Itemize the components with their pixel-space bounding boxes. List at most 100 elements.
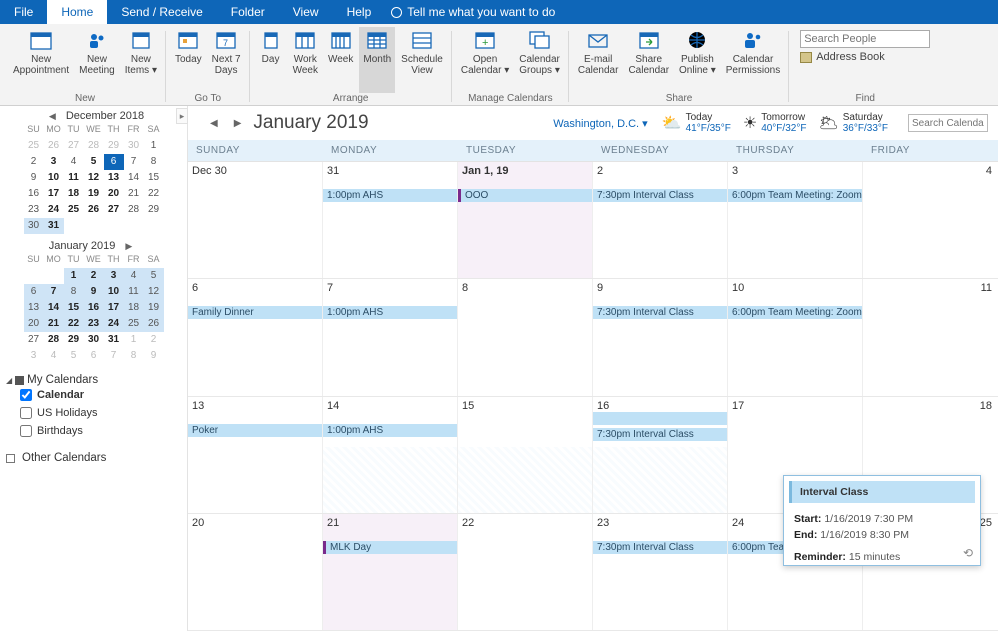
mini-day[interactable]: 2 bbox=[84, 268, 104, 284]
mini-day[interactable]: 10 bbox=[44, 170, 64, 186]
publish-online-button[interactable]: PublishOnline ▾ bbox=[675, 27, 720, 93]
mini-day[interactable]: 29 bbox=[144, 202, 164, 218]
mini-day[interactable]: 7 bbox=[124, 154, 144, 170]
day-cell[interactable]: 27:30pm Interval Class bbox=[593, 162, 728, 278]
mini-day[interactable]: 21 bbox=[124, 186, 144, 202]
mini-day[interactable]: 9 bbox=[24, 170, 44, 186]
day-cell[interactable]: 311:00pm AHS bbox=[323, 162, 458, 278]
mini-day[interactable]: 8 bbox=[124, 348, 144, 364]
event[interactable]: OOO bbox=[458, 189, 592, 202]
mini-day[interactable]: 27 bbox=[64, 138, 84, 154]
mini-day[interactable]: 28 bbox=[44, 332, 64, 348]
mini-day[interactable]: 5 bbox=[144, 268, 164, 284]
weather-day[interactable]: ☀Tomorrow40°F/32°F bbox=[743, 112, 807, 134]
mini-day[interactable]: 7 bbox=[44, 284, 64, 300]
mini-day[interactable]: 11 bbox=[124, 284, 144, 300]
refresh-icon[interactable]: ⟲ bbox=[963, 546, 973, 560]
day-cell[interactable]: 237:30pm Interval Class bbox=[593, 514, 728, 630]
menu-tab-view[interactable]: View bbox=[279, 0, 333, 24]
mini-day[interactable]: 22 bbox=[144, 186, 164, 202]
mini-day[interactable]: 4 bbox=[44, 348, 64, 364]
mini-day[interactable]: 16 bbox=[84, 300, 104, 316]
mini-day[interactable]: 8 bbox=[64, 284, 84, 300]
mini-day[interactable]: 20 bbox=[104, 186, 124, 202]
mini-day[interactable]: 16 bbox=[24, 186, 44, 202]
day-cell[interactable]: 16Retreat7:30pm Interval Class bbox=[593, 397, 728, 513]
event[interactable]: Family Dinner bbox=[188, 306, 322, 319]
menu-tab-home[interactable]: Home bbox=[47, 0, 107, 24]
search-people-input[interactable] bbox=[800, 30, 930, 48]
share-calendar-button[interactable]: ShareCalendar bbox=[624, 27, 673, 93]
other-calendars-header[interactable]: Other Calendars bbox=[6, 452, 181, 464]
allday-event[interactable]: Retreat bbox=[593, 412, 728, 425]
mini-day[interactable]: 25 bbox=[24, 138, 44, 154]
mini-day[interactable]: 24 bbox=[104, 316, 124, 332]
mini-day[interactable]: 17 bbox=[104, 300, 124, 316]
mini-day[interactable]: 18 bbox=[124, 300, 144, 316]
calendar-checkbox[interactable] bbox=[20, 425, 32, 437]
mini-day[interactable]: 9 bbox=[84, 284, 104, 300]
mini-day[interactable]: 29 bbox=[64, 332, 84, 348]
event[interactable]: 6:00pm Team Meeting: Zoom bbox=[728, 306, 862, 319]
mini-day[interactable]: 6 bbox=[104, 154, 124, 170]
mini-day[interactable]: 8 bbox=[144, 154, 164, 170]
day-cell[interactable]: 22 bbox=[458, 514, 593, 630]
mini-day[interactable]: 26 bbox=[144, 316, 164, 332]
email-calendar-button[interactable]: E-mailCalendar bbox=[574, 27, 623, 93]
mini-day[interactable]: 3 bbox=[104, 268, 124, 284]
event[interactable]: Poker bbox=[188, 424, 322, 437]
mini-day[interactable]: 23 bbox=[84, 316, 104, 332]
mini-day[interactable]: 30 bbox=[124, 138, 144, 154]
mini-day[interactable] bbox=[24, 268, 44, 284]
mini-day[interactable]: 14 bbox=[44, 300, 64, 316]
mini-day[interactable]: 28 bbox=[124, 202, 144, 218]
day-cell[interactable]: 141:00pm AHS bbox=[323, 397, 458, 513]
calendar-permissions-button[interactable]: CalendarPermissions bbox=[722, 27, 784, 93]
mini-day[interactable]: 11 bbox=[64, 170, 84, 186]
mini-day[interactable]: 13 bbox=[24, 300, 44, 316]
mini-day[interactable]: 5 bbox=[84, 154, 104, 170]
new-items-button[interactable]: NewItems ▾ bbox=[121, 27, 161, 93]
menu-tab-file[interactable]: File bbox=[0, 0, 47, 24]
mini-day[interactable]: 26 bbox=[44, 138, 64, 154]
mini-day[interactable]: 12 bbox=[84, 170, 104, 186]
mini-day[interactable]: 2 bbox=[24, 154, 44, 170]
prev-month-button[interactable]: ◀ bbox=[43, 111, 62, 122]
event[interactable]: 7:30pm Interval Class bbox=[593, 189, 727, 202]
day-cell[interactable]: 11 bbox=[863, 279, 998, 395]
mini-day[interactable]: 31 bbox=[44, 218, 64, 234]
mini-day[interactable]: 6 bbox=[84, 348, 104, 364]
mini-day[interactable] bbox=[44, 268, 64, 284]
calendar-item[interactable]: Birthdays bbox=[6, 422, 181, 440]
mini-day[interactable]: 29 bbox=[104, 138, 124, 154]
mini-day[interactable]: 1 bbox=[64, 268, 84, 284]
address-book-button[interactable]: Address Book bbox=[800, 51, 930, 63]
day-button[interactable]: Day bbox=[255, 27, 287, 93]
mini-day[interactable]: 1 bbox=[124, 332, 144, 348]
mini-day[interactable]: 24 bbox=[44, 202, 64, 218]
mini-day[interactable]: 4 bbox=[64, 154, 84, 170]
calendar-groups-button[interactable]: CalendarGroups ▾ bbox=[515, 27, 564, 93]
event[interactable]: 1:00pm AHS bbox=[323, 306, 457, 319]
calendar-item[interactable]: US Holidays bbox=[6, 404, 181, 422]
mini-day[interactable]: 26 bbox=[84, 202, 104, 218]
mini-day[interactable]: 9 bbox=[144, 348, 164, 364]
mini-day[interactable]: 6 bbox=[24, 284, 44, 300]
menu-tab-sendreceive[interactable]: Send / Receive bbox=[107, 0, 216, 24]
search-calendar-input[interactable] bbox=[908, 114, 988, 132]
mini-day[interactable]: 19 bbox=[144, 300, 164, 316]
mini-day[interactable]: 19 bbox=[84, 186, 104, 202]
today-button[interactable]: Today bbox=[171, 27, 206, 93]
mini-day[interactable]: 21 bbox=[44, 316, 64, 332]
expand-sidebar-button[interactable]: ▸ bbox=[176, 108, 188, 124]
calendar-item[interactable]: Calendar bbox=[6, 386, 181, 404]
event[interactable]: 7:30pm Interval Class bbox=[593, 428, 727, 441]
day-cell[interactable]: 8 bbox=[458, 279, 593, 395]
event[interactable]: 6:00pm Team Meeting: Zoom bbox=[728, 189, 862, 202]
day-cell[interactable]: 71:00pm AHS bbox=[323, 279, 458, 395]
next-month-button[interactable]: ▶ bbox=[119, 241, 138, 252]
next7days-button[interactable]: 7Next 7Days bbox=[208, 27, 245, 93]
weather-day[interactable]: 🌥Saturday36°F/33°F bbox=[818, 112, 888, 134]
next-button[interactable]: ▶ bbox=[230, 118, 246, 129]
mini-day[interactable]: 20 bbox=[24, 316, 44, 332]
